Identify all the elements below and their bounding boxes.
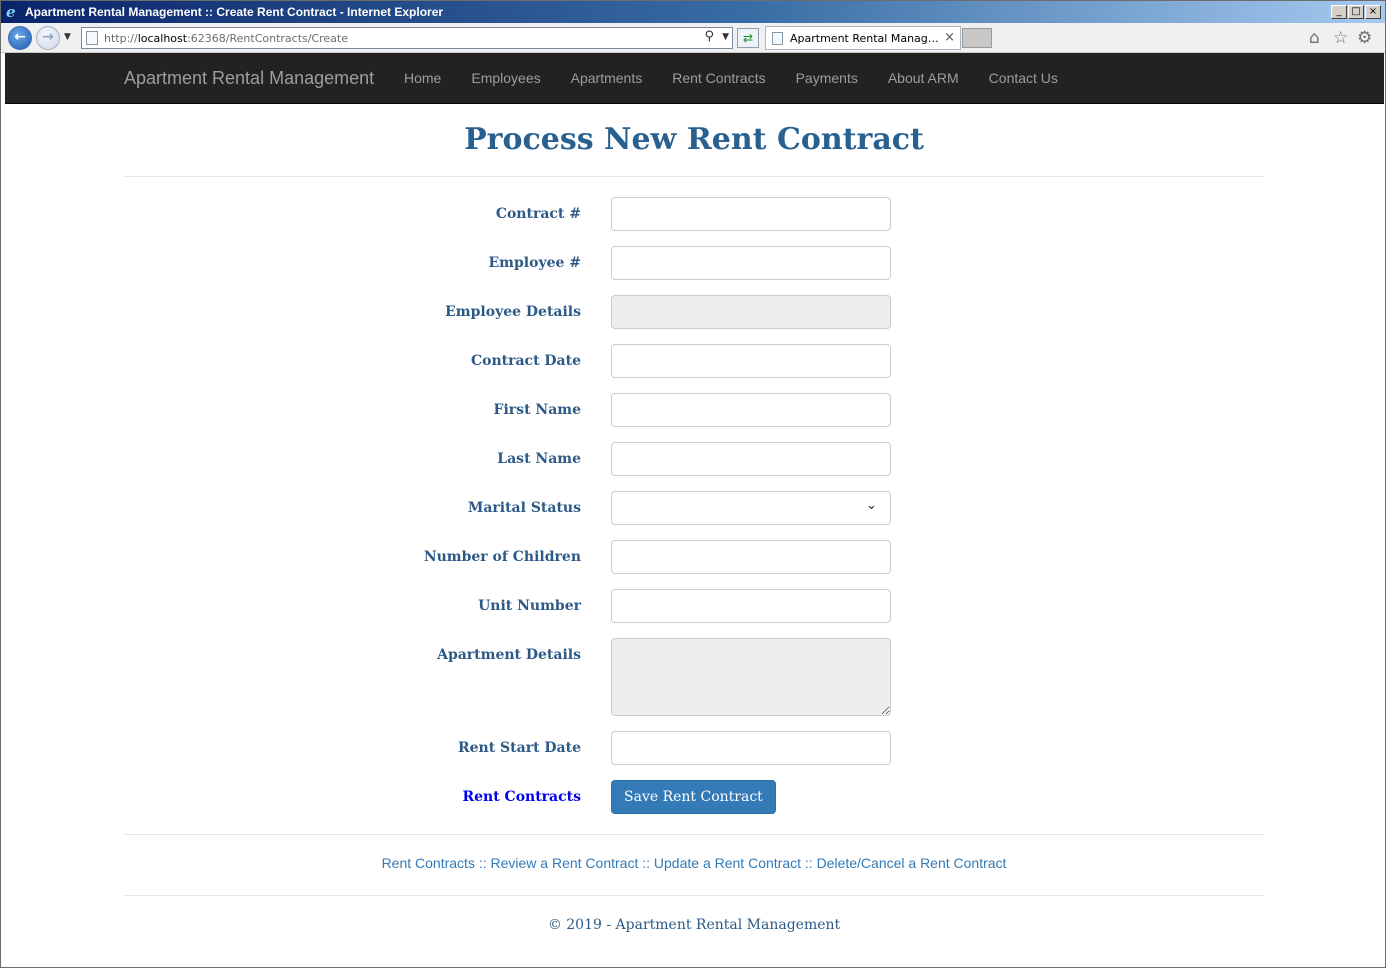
nav-home[interactable]: Home xyxy=(389,53,456,103)
internet-explorer-icon: e xyxy=(6,3,16,21)
new-tab-button[interactable] xyxy=(962,28,992,48)
nav-apartments[interactable]: Apartments xyxy=(556,53,658,103)
refresh-icon[interactable]: ⇄ xyxy=(737,28,759,48)
label-employee-number: Employee # xyxy=(488,255,581,271)
label-contract-number: Contract # xyxy=(495,206,581,222)
footer-link-update-rent-contract[interactable]: Update a Rent Contract xyxy=(654,855,801,871)
label-unit-number: Unit Number xyxy=(478,598,581,614)
label-marital-status: Marital Status xyxy=(467,500,581,516)
label-number-of-children: Number of Children xyxy=(423,549,581,565)
save-rent-contract-button[interactable]: Save Rent Contract xyxy=(611,780,776,814)
page-title: Process New Rent Contract xyxy=(464,122,924,157)
label-employee-details: Employee Details xyxy=(445,304,581,320)
label-first-name: First Name xyxy=(493,402,581,418)
close-tab-icon[interactable]: × xyxy=(944,30,955,45)
url-text: http://localhost:62368/RentContracts/Cre… xyxy=(104,32,349,45)
browser-window: e Apartment Rental Management :: Create … xyxy=(0,0,1386,968)
rent-start-date-input[interactable] xyxy=(611,731,891,765)
nav-employees[interactable]: Employees xyxy=(456,53,555,103)
nav-payments[interactable]: Payments xyxy=(781,53,873,103)
browser-toolbar: ← → ▼ http://localhost:62368/RentContrac… xyxy=(1,23,1385,53)
favorites-star-icon[interactable]: ☆ xyxy=(1333,28,1348,48)
back-arrow-icon[interactable]: ← xyxy=(8,26,32,50)
tab-title: Apartment Rental Managem... xyxy=(790,32,940,45)
chevron-down-icon: ⌄ xyxy=(866,498,877,513)
divider xyxy=(124,834,1264,835)
window-title-bar[interactable]: e Apartment Rental Management :: Create … xyxy=(1,1,1385,23)
forward-arrow-icon[interactable]: → xyxy=(36,26,60,50)
divider xyxy=(124,895,1264,896)
label-rent-start-date: Rent Start Date xyxy=(457,740,581,756)
nav-contact-us[interactable]: Contact Us xyxy=(974,53,1073,103)
home-icon[interactable]: ⌂ xyxy=(1309,28,1320,48)
first-name-input[interactable] xyxy=(611,393,891,427)
nav-about-arm[interactable]: About ARM xyxy=(873,53,974,103)
contract-date-input[interactable] xyxy=(611,344,891,378)
label-contract-date: Contract Date xyxy=(470,353,581,369)
history-dropdown-icon[interactable]: ▼ xyxy=(64,32,71,42)
number-of-children-input[interactable] xyxy=(611,540,891,574)
site-navbar: Apartment Rental Management Home Employe… xyxy=(5,53,1384,104)
footer-separator: :: xyxy=(478,855,487,871)
close-window-button[interactable]: × xyxy=(1365,5,1381,19)
unit-number-input[interactable] xyxy=(611,589,891,623)
search-icon[interactable]: ⚲ xyxy=(704,29,714,44)
nav-links: Home Employees Apartments Rent Contracts… xyxy=(389,53,1073,103)
label-apartment-details: Apartment Details xyxy=(437,647,581,663)
employee-number-input[interactable] xyxy=(611,246,891,280)
footer-separator: :: xyxy=(804,855,813,871)
divider xyxy=(124,176,1264,177)
employee-details-field xyxy=(611,295,891,329)
label-last-name: Last Name xyxy=(497,451,581,467)
browser-tab[interactable]: Apartment Rental Managem... × xyxy=(765,26,961,50)
minimize-button[interactable]: _ xyxy=(1331,5,1347,19)
rent-contracts-link[interactable]: Rent Contracts xyxy=(462,789,581,805)
page-icon xyxy=(86,31,98,45)
footer-links: Rent Contracts :: Review a Rent Contract… xyxy=(124,855,1264,871)
footer-link-rent-contracts[interactable]: Rent Contracts xyxy=(382,855,475,871)
contract-number-input[interactable] xyxy=(611,197,891,231)
maximize-button[interactable]: □ xyxy=(1348,5,1364,19)
copyright: © 2019 - Apartment Rental Management xyxy=(547,917,841,933)
nav-rent-contracts[interactable]: Rent Contracts xyxy=(657,53,780,103)
tab-page-icon xyxy=(772,32,783,45)
settings-gear-icon[interactable]: ⚙ xyxy=(1357,28,1372,48)
marital-status-select[interactable]: ⌄ xyxy=(611,491,891,525)
last-name-input[interactable] xyxy=(611,442,891,476)
address-input[interactable]: http://localhost:62368/RentContracts/Cre… xyxy=(81,27,733,49)
footer-link-delete-cancel-rent-contract[interactable]: Delete/Cancel a Rent Contract xyxy=(817,855,1007,871)
footer-link-review-rent-contract[interactable]: Review a Rent Contract xyxy=(491,855,639,871)
apartment-details-field xyxy=(611,638,891,716)
footer-separator: :: xyxy=(642,855,651,871)
window-title: Apartment Rental Management :: Create Re… xyxy=(25,5,444,19)
address-dropdown-icon[interactable]: ▼ xyxy=(722,32,729,42)
brand-link[interactable]: Apartment Rental Management xyxy=(124,68,374,89)
